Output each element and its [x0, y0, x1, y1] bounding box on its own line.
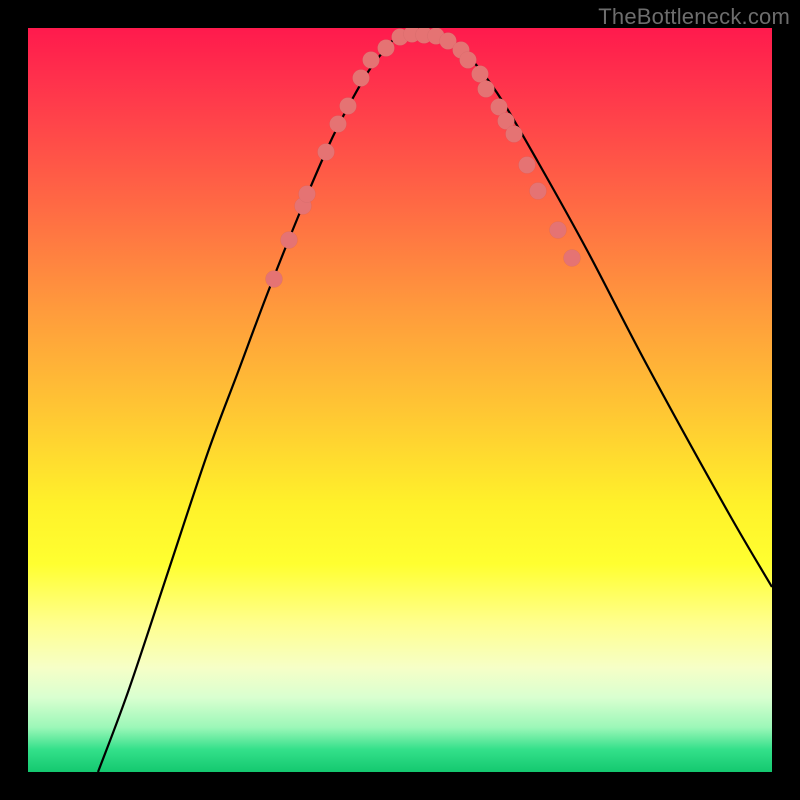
data-point	[564, 250, 581, 267]
bottleneck-curve	[98, 34, 772, 772]
chart-svg	[28, 28, 772, 772]
data-point	[266, 271, 283, 288]
data-point	[491, 99, 508, 116]
data-point	[472, 66, 489, 83]
data-point	[378, 40, 395, 57]
data-point	[416, 28, 433, 44]
data-point	[440, 33, 457, 50]
watermark-text: TheBottleneck.com	[598, 4, 790, 30]
data-point	[506, 126, 523, 143]
data-point	[340, 98, 357, 115]
data-point	[453, 42, 470, 59]
data-point	[498, 113, 515, 130]
chart-plot-area	[28, 28, 772, 772]
data-point	[460, 52, 477, 69]
data-point	[299, 186, 316, 203]
data-point	[550, 222, 567, 239]
data-point	[318, 144, 335, 161]
data-point	[353, 70, 370, 87]
data-point	[404, 28, 421, 43]
data-point	[478, 81, 495, 98]
data-points-group	[266, 28, 581, 288]
data-point	[530, 183, 547, 200]
data-point	[330, 116, 347, 133]
data-point	[392, 29, 409, 46]
data-point	[428, 28, 445, 45]
data-point	[295, 198, 312, 215]
data-point	[281, 232, 298, 249]
data-point	[363, 52, 380, 69]
data-point	[519, 157, 536, 174]
